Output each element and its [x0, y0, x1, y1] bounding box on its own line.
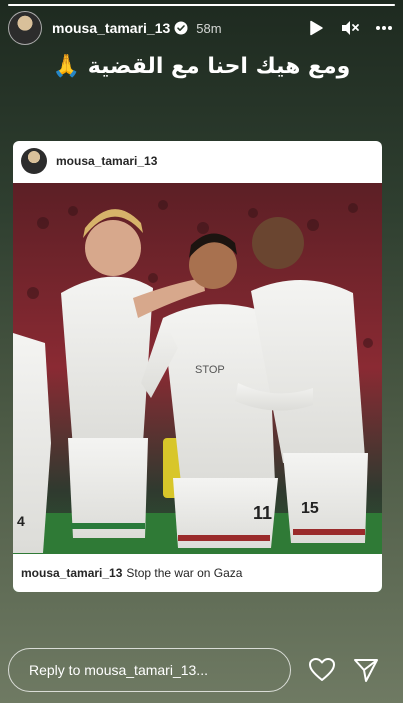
reply-placeholder: Reply to mousa_tamari_13...: [29, 662, 208, 678]
send-icon[interactable]: [352, 656, 380, 684]
story-username[interactable]: mousa_tamari_13: [52, 20, 170, 36]
heart-icon[interactable]: [308, 656, 336, 684]
shared-post-caption-text: Stop the war on Gaza: [126, 566, 243, 580]
verified-badge-icon: [174, 21, 188, 35]
story-timestamp: 58m: [196, 20, 222, 36]
shared-post-photo: 4 STOP 11 15: [13, 183, 382, 592]
story-header: mousa_tamari_13 58m: [8, 10, 395, 46]
jersey-number-middle: 11: [253, 503, 272, 523]
story-controls: [305, 17, 395, 39]
jersey-number-right: 15: [301, 500, 319, 517]
play-icon[interactable]: [305, 17, 327, 39]
shared-post-card[interactable]: mousa_tamari_13 4 STOP 11 15 mousa_tamar…: [13, 141, 382, 592]
shirt-handwritten-text: STOP: [195, 364, 225, 376]
story-caption: ومع هيك احنا مع القضية 🙏: [52, 54, 351, 79]
jersey-number-left: 4: [17, 513, 25, 529]
shared-post-avatar[interactable]: [21, 148, 47, 174]
reply-input[interactable]: Reply to mousa_tamari_13...: [8, 648, 291, 692]
shared-post-header: mousa_tamari_13: [13, 141, 382, 181]
shared-post-username[interactable]: mousa_tamari_13: [56, 154, 157, 168]
story-progress-bar: [8, 4, 395, 6]
shared-post-caption-username[interactable]: mousa_tamari_13: [21, 566, 122, 580]
mute-icon[interactable]: [339, 17, 361, 39]
more-options-icon[interactable]: [373, 17, 395, 39]
story-progress-fill: [8, 4, 395, 6]
shared-post-caption: mousa_tamari_13 Stop the war on Gaza: [13, 554, 382, 592]
avatar[interactable]: [8, 11, 42, 45]
